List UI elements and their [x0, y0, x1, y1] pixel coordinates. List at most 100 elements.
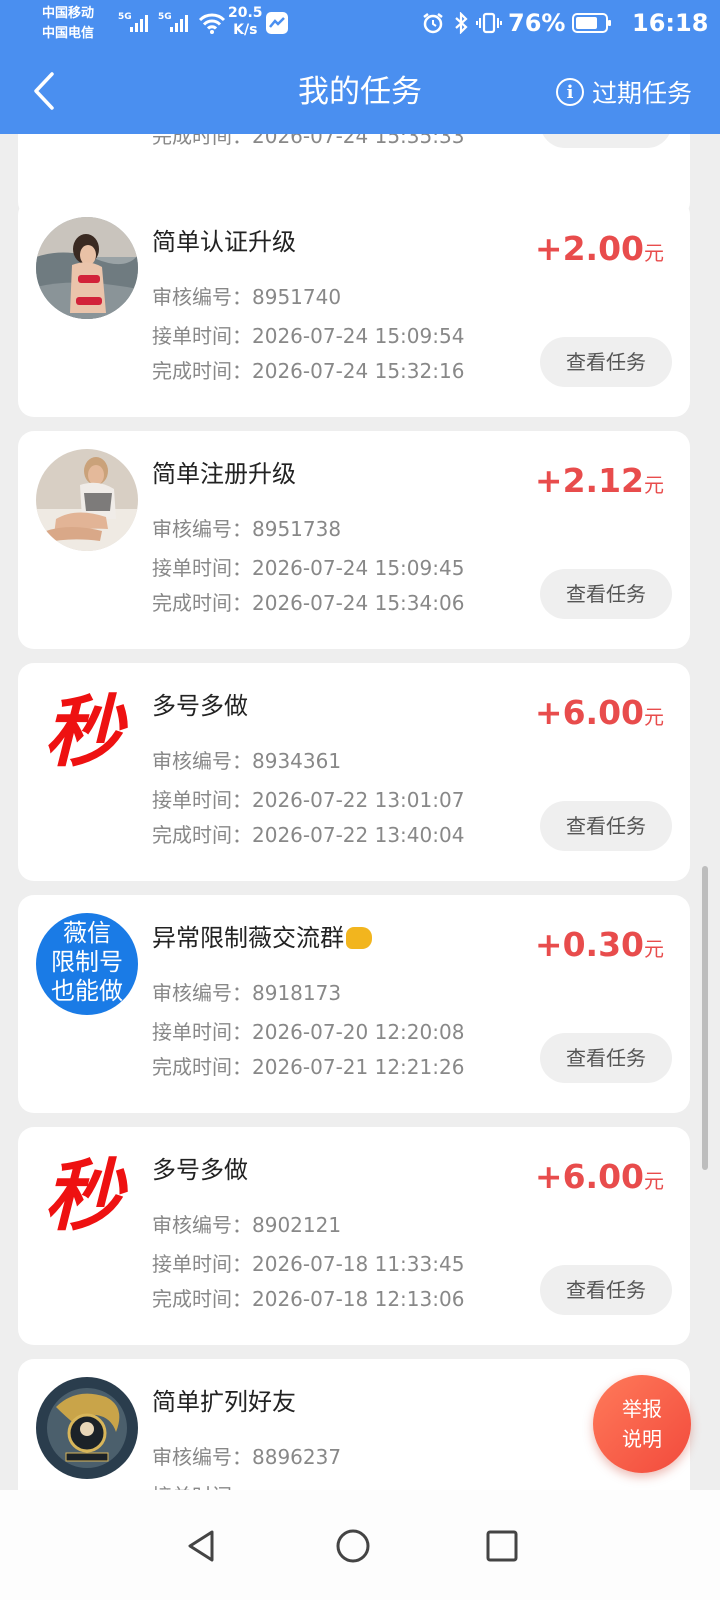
accept-time-row: 接单时间：2026-07-24 15:09:45 [152, 554, 464, 582]
review-no-row: 审核编号：8951740 [152, 283, 341, 311]
accept-time-label: 接单时间： [152, 1020, 252, 1044]
finish-time-label: 完成时间： [152, 1287, 252, 1311]
currency-unit: 元 [644, 473, 664, 497]
thumbs-emoji-icon [346, 927, 372, 949]
carrier-2: 中国电信 [42, 26, 95, 41]
accept-time-value: 2026-07-22 13:01:07 [252, 788, 465, 812]
report-fab-line-1: 举报 [622, 1397, 662, 1421]
review-no-row: 审核编号：8896237 [152, 1443, 341, 1471]
finish-time-label: 完成时间： [152, 359, 252, 383]
accept-time-value: 2026-07-24 15:09:54 [252, 324, 465, 348]
task-card[interactable]: 薇信 限制号 也能做 异常限制薇交流群 +0.30元 审核编号：8918173 … [18, 895, 690, 1113]
accept-time-label: 接单时间： [152, 324, 252, 348]
expired-tasks-button[interactable]: i 过期任务 [555, 72, 692, 112]
finish-time-row: 完成时间：2026-07-24 15:35:33 [152, 134, 464, 150]
review-no-row: 审核编号：8902121 [152, 1211, 341, 1239]
task-title: 简单认证升级 [152, 228, 296, 256]
wifi-icon [198, 13, 226, 34]
task-reward-value: +2.12 [534, 461, 644, 500]
finish-time-label: 完成时间： [152, 1055, 252, 1079]
accept-time-value: 2026-07-18 11:33:45 [252, 1252, 465, 1276]
task-title-row: 异常限制薇交流群 [152, 921, 372, 955]
task-card[interactable]: 简单注册升级 +2.12元 审核编号：8951738 接单时间：2026-07-… [18, 431, 690, 649]
task-list[interactable]: 完成时间：2026-07-24 15:35:33 查看任务 简单认证升级 +2.… [0, 134, 720, 1518]
task-reward: +0.30元 [535, 925, 664, 969]
review-no-value: 8918173 [252, 981, 342, 1005]
review-no-row: 审核编号：8951738 [152, 515, 341, 543]
task-card[interactable]: 秒 多号多做 +6.00元 审核编号：8902121 接单时间：2026-07-… [18, 1127, 690, 1345]
net-speed-value: 20.5 [228, 5, 263, 21]
review-no-value: 8951738 [252, 517, 342, 541]
nav-back-icon[interactable] [182, 1526, 222, 1566]
accept-time-label: 接单时间： [152, 556, 252, 580]
finish-time-row: 完成时间：2026-07-21 12:21:26 [152, 1053, 464, 1081]
badge-line-1: 薇信 [63, 919, 111, 947]
nav-home-icon[interactable] [333, 1526, 373, 1566]
accept-time-row: 接单时间：2026-07-24 15:09:54 [152, 322, 464, 350]
nav-recents-icon[interactable] [482, 1526, 522, 1566]
task-reward: +2.12元 [535, 461, 664, 505]
currency-unit: 元 [644, 241, 664, 265]
currency-unit: 元 [644, 1169, 664, 1193]
accept-time-value: 2026-07-24 15:09:45 [252, 556, 465, 580]
accept-time-row: 接单时间：2026-07-22 13:01:07 [152, 786, 464, 814]
status-bar: 中国移动 中国电信 5G 5G 20.5 K/s 76% 16:18 [0, 0, 720, 48]
accept-time-value: 2026-07-20 12:20:08 [252, 1020, 465, 1044]
task-reward-value: +6.00 [534, 693, 644, 732]
task-avatar-blue-text-badge: 薇信 限制号 也能做 [36, 913, 138, 1015]
task-avatar-photo-woman-beach [36, 217, 138, 319]
review-no-row: 审核编号：8934361 [152, 747, 341, 775]
accept-time-label: 接单时间： [152, 1252, 252, 1276]
finish-time-label: 完成时间： [152, 591, 252, 615]
app-header: 我的任务 i 过期任务 [0, 48, 720, 134]
report-explanation-button[interactable]: 举报 说明 [593, 1375, 691, 1473]
scrollbar[interactable] [702, 866, 708, 1170]
task-title: 多号多做 [152, 692, 248, 720]
review-no-value: 8934361 [252, 749, 342, 773]
view-task-button[interactable]: 查看任务 [540, 134, 672, 148]
review-no-label: 审核编号： [152, 981, 252, 1005]
battery-fill [576, 17, 598, 29]
task-reward-value: +2.00 [534, 229, 644, 268]
task-avatar-photo-woman-sitting [36, 449, 138, 551]
finish-time-value: 2026-07-24 15:34:06 [252, 591, 465, 615]
review-no-value: 8902121 [252, 1213, 342, 1237]
task-avatar-photo-dragon-emblem [36, 1377, 138, 1479]
report-fab-line-2: 说明 [622, 1427, 662, 1451]
view-task-button[interactable]: 查看任务 [540, 569, 672, 619]
task-title: 简单注册升级 [152, 460, 296, 488]
carrier-1: 中国移动 [42, 6, 95, 21]
finish-time-value: 2026-07-22 13:40:04 [252, 823, 465, 847]
clock: 16:18 [632, 9, 709, 37]
review-no-label: 审核编号： [152, 1213, 252, 1237]
accept-time-label: 接单时间： [152, 788, 252, 812]
battery-icon [572, 13, 611, 33]
review-no-label: 审核编号： [152, 1445, 252, 1469]
finish-time-row: 完成时间：2026-07-22 13:40:04 [152, 821, 464, 849]
finish-time-label: 完成时间： [152, 823, 252, 847]
badge-line-3: 也能做 [51, 977, 123, 1005]
review-no-label: 审核编号： [152, 517, 252, 541]
view-task-button[interactable]: 查看任务 [540, 1265, 672, 1315]
review-no-value: 8896237 [252, 1445, 342, 1469]
system-navigation-bar [0, 1490, 720, 1600]
task-reward: +6.00元 [535, 1157, 664, 1201]
expired-tasks-label: 过期任务 [591, 79, 692, 108]
signal-1-icon [130, 14, 152, 32]
view-task-button[interactable]: 查看任务 [540, 1033, 672, 1083]
task-card[interactable]: 秒 多号多做 +6.00元 审核编号：8934361 接单时间：2026-07-… [18, 663, 690, 881]
currency-unit: 元 [644, 937, 664, 961]
task-reward-value: +0.30 [534, 925, 644, 964]
net-speed-unit: K/s [233, 22, 258, 38]
task-title: 多号多做 [152, 1156, 248, 1184]
task-card[interactable]: 简单认证升级 +2.00元 审核编号：8951740 接单时间：2026-07-… [18, 199, 690, 417]
task-title: 简单扩列好友 [152, 1388, 296, 1416]
finish-time-value: 2026-07-24 15:32:16 [252, 359, 465, 383]
view-task-button[interactable]: 查看任务 [540, 337, 672, 387]
finish-time-row: 完成时间：2026-07-24 15:34:06 [152, 589, 464, 617]
review-no-label: 审核编号： [152, 285, 252, 309]
finish-time-row: 完成时间：2026-07-24 15:32:16 [152, 357, 464, 385]
view-task-button[interactable]: 查看任务 [540, 801, 672, 851]
accept-time-row: 接单时间：2026-07-18 11:33:45 [152, 1250, 464, 1278]
finish-time-value: 2026-07-18 12:13:06 [252, 1287, 465, 1311]
